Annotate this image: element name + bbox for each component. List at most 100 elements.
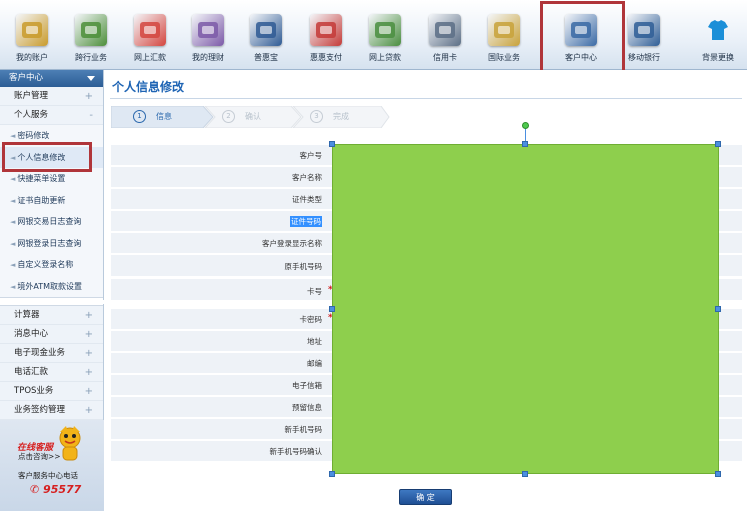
field-label: 电子信箱 bbox=[292, 381, 322, 390]
field-label: 邮编 bbox=[307, 359, 322, 368]
bullet-arrow-icon: ◄ bbox=[10, 261, 16, 269]
toolbar-item-remittance[interactable]: 网上汇款 bbox=[122, 14, 178, 63]
collapse-triangle-icon bbox=[87, 76, 95, 81]
bullet-arrow-icon: ◄ bbox=[10, 282, 16, 291]
selected-shape-overlay[interactable] bbox=[332, 144, 719, 474]
step-label: 信息 bbox=[156, 112, 172, 121]
sidebar-subitem-label: 网银登录日志查询 bbox=[17, 238, 82, 248]
sidebar-subitem-label: 境外ATM取款设置 bbox=[17, 281, 83, 291]
credit-card-icon bbox=[429, 14, 461, 46]
sidebar-group-bottom-0[interactable]: 计算器 + bbox=[0, 306, 103, 325]
expand-plus-icon: + bbox=[84, 386, 93, 397]
sidebar: 客户中心 账户管理 + 个人服务 - ◄ 密码修改 ◄ 个人信息修改 ◄ 快捷菜单设置 ◄ 证书自助… bbox=[0, 70, 104, 511]
sidebar-group-label: 账户管理 bbox=[14, 91, 49, 101]
tshirt-icon bbox=[702, 14, 734, 46]
resize-handle[interactable] bbox=[522, 141, 528, 147]
step-number: 1 bbox=[133, 110, 146, 123]
resize-handle[interactable] bbox=[715, 471, 721, 477]
bullet-arrow-icon: ◄ bbox=[10, 196, 16, 205]
expand-plus-icon: + bbox=[84, 348, 93, 359]
toolbar-item-label: 网上贷款 bbox=[369, 53, 401, 62]
service-center-label: 客户服务中心电话 bbox=[18, 471, 78, 480]
sidebar-group-bottom-3[interactable]: 电话汇款 + bbox=[0, 363, 103, 382]
sidebar-subitem-label: 证书自助更新 bbox=[17, 195, 66, 205]
sidebar-group-top-0[interactable]: 账户管理 + bbox=[0, 87, 103, 106]
expand-plus-icon: + bbox=[84, 329, 93, 340]
sidebar-subitem-5[interactable]: ◄ 网银登录日志查询 bbox=[0, 232, 103, 254]
toolbar-item-finance[interactable]: 我的理财 bbox=[180, 14, 236, 63]
sidebar-subitem-label: 自定义登录名称 bbox=[17, 260, 74, 269]
payment-icon bbox=[310, 14, 342, 46]
sidebar-subitem-7[interactable]: ◄ 境外ATM取款设置 bbox=[0, 275, 103, 297]
collapse-minus-icon: - bbox=[89, 110, 93, 121]
field-label: 预留信息 bbox=[292, 403, 322, 412]
resize-handle[interactable] bbox=[329, 471, 335, 477]
sidebar-group-bottom-4[interactable]: TPOS业务 + bbox=[0, 382, 103, 401]
click-consult-link[interactable]: 点击咨询>> bbox=[18, 451, 61, 462]
toolbar-item-label: 惠惠支付 bbox=[310, 53, 342, 62]
sidebar-group-label: 个人服务 bbox=[14, 110, 49, 120]
bullet-arrow-icon: ◄ bbox=[10, 132, 16, 140]
toolbar-item-loan[interactable]: 网上贷款 bbox=[357, 14, 413, 63]
field-label: 原手机号码 bbox=[284, 261, 323, 271]
sidebar-subitem-3[interactable]: ◄ 证书自助更新 bbox=[0, 189, 103, 211]
confirm-button[interactable]: 确 定 bbox=[399, 489, 452, 505]
toolbar-item-puhuibao[interactable]: 普惠宝 bbox=[238, 14, 294, 63]
toolbar-item-international[interactable]: 国际业务 bbox=[476, 14, 532, 63]
bullet-arrow-icon: ◄ bbox=[10, 239, 16, 248]
sidebar-group-label: 电子现金业务 bbox=[14, 348, 66, 358]
resize-handle[interactable] bbox=[715, 141, 721, 147]
step-number: 2 bbox=[222, 110, 235, 123]
field-label: 卡号 bbox=[307, 287, 322, 296]
sidebar-subitem-6[interactable]: ◄ 自定义登录名称 bbox=[0, 254, 103, 276]
resize-handle[interactable] bbox=[329, 306, 335, 312]
sidebar-subitem-4[interactable]: ◄ 网银交易日志查询 bbox=[0, 211, 103, 233]
bullet-arrow-icon: ◄ bbox=[10, 218, 16, 226]
resize-handle[interactable] bbox=[329, 141, 335, 147]
sidebar-subitem-label: 快捷菜单设置 bbox=[17, 174, 66, 183]
field-label: 客户名称 bbox=[292, 173, 322, 182]
remittance-icon bbox=[134, 14, 166, 46]
toolbar-item-payment[interactable]: 惠惠支付 bbox=[298, 14, 354, 63]
resize-handle[interactable] bbox=[522, 471, 528, 477]
sidebar-group-label: TPOS业务 bbox=[14, 386, 54, 396]
service-phone: ✆ 95577 bbox=[30, 483, 82, 496]
expand-plus-icon: + bbox=[84, 405, 93, 416]
international-icon bbox=[488, 14, 520, 46]
sidebar-group-bottom-2[interactable]: 电子现金业务 + bbox=[0, 344, 103, 363]
field-label: 地址 bbox=[307, 337, 322, 346]
sidebar-group-bottom-5[interactable]: 业务签约管理 + bbox=[0, 401, 103, 420]
resize-handle[interactable] bbox=[715, 306, 721, 312]
title-divider bbox=[110, 98, 742, 99]
field-label: 新手机号码确认 bbox=[269, 447, 323, 456]
page-title: 个人信息修改 bbox=[112, 80, 185, 94]
online-service-banner[interactable]: 在线客服 点击咨询>> 客户服务中心电话 ✆ 95577 bbox=[0, 420, 104, 511]
field-label: 新手机号码 bbox=[284, 425, 323, 434]
finance-icon bbox=[192, 14, 224, 46]
sidebar-subitem-label: 密码修改 bbox=[17, 131, 50, 140]
sidebar-group-label: 消息中心 bbox=[14, 329, 49, 339]
sidebar-group-label: 业务签约管理 bbox=[14, 405, 66, 415]
sidebar-group-label: 电话汇款 bbox=[14, 367, 49, 377]
toolbar-item-tshirt[interactable]: 背景更换 bbox=[690, 14, 746, 63]
step-1: 1 信息 bbox=[133, 106, 172, 128]
step-label: 确认 bbox=[245, 112, 261, 121]
loan-icon bbox=[369, 14, 401, 46]
sidebar-subitem-label: 网银交易日志查询 bbox=[17, 217, 82, 226]
active-item-highlight bbox=[2, 142, 92, 172]
step-label: 完成 bbox=[333, 112, 349, 121]
toolbar-item-interbank[interactable]: 跨行业务 bbox=[63, 14, 119, 63]
customer-center-highlight bbox=[540, 1, 625, 78]
toolbar-item-label: 我的理财 bbox=[192, 53, 224, 62]
sidebar-group-top-1[interactable]: 个人服务 - bbox=[0, 106, 103, 125]
step-number: 3 bbox=[310, 110, 323, 123]
sidebar-group-bottom-1[interactable]: 消息中心 + bbox=[0, 325, 103, 344]
step-2: 2 确认 bbox=[222, 106, 261, 128]
toolbar-item-account[interactable]: 我的账户 bbox=[4, 14, 60, 63]
toolbar-item-credit-card[interactable]: 信用卡 bbox=[417, 14, 473, 63]
interbank-icon bbox=[75, 14, 107, 46]
sidebar-group-label: 计算器 bbox=[14, 310, 40, 320]
rotation-handle[interactable] bbox=[522, 122, 529, 129]
bullet-arrow-icon: ◄ bbox=[10, 175, 16, 183]
sidebar-header[interactable]: 客户中心 bbox=[0, 70, 103, 87]
